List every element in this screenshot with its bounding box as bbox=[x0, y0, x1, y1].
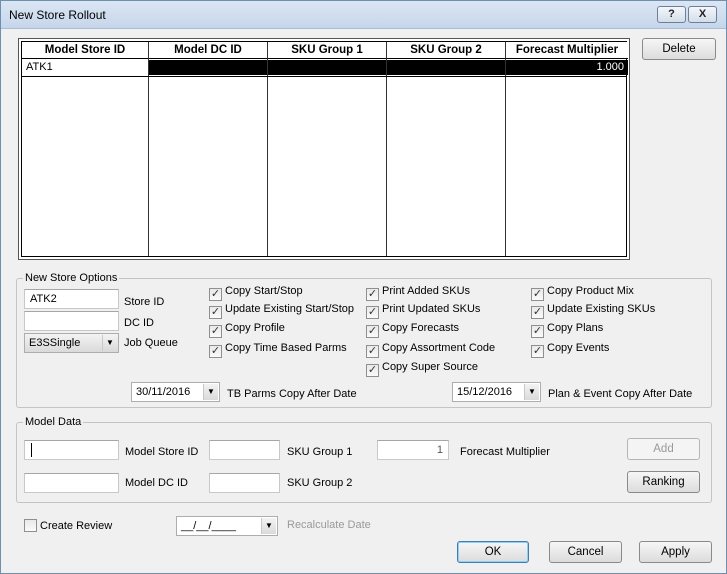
tb-parms-date-label: TB Parms Copy After Date bbox=[227, 388, 357, 400]
grid-header-sku-group-1[interactable]: SKU Group 1 bbox=[268, 42, 386, 59]
cancel-button[interactable]: Cancel bbox=[549, 541, 622, 563]
grid-cell-model-store-id[interactable]: ATK1 bbox=[22, 60, 148, 75]
checkmark-icon: ✓ bbox=[209, 325, 222, 338]
copy-start-stop-checkbox[interactable]: ✓ Copy Start/Stop bbox=[209, 285, 303, 301]
model-store-id-input[interactable] bbox=[24, 440, 119, 460]
model-dc-id-input[interactable] bbox=[24, 473, 119, 493]
new-store-options-label: New Store Options bbox=[23, 272, 120, 284]
model-grid[interactable]: Model Store ID Model DC ID SKU Group 1 S… bbox=[18, 38, 630, 260]
checkmark-icon: ✓ bbox=[209, 288, 222, 301]
plan-event-date-picker[interactable]: 15/12/2016 ▼ bbox=[452, 382, 541, 402]
update-existing-start-stop-checkbox[interactable]: ✓ Update Existing Start/Stop bbox=[209, 303, 354, 319]
chevron-down-icon: ▼ bbox=[203, 384, 218, 400]
recalculate-date-picker[interactable]: __/__/____ ▼ bbox=[176, 516, 278, 536]
job-queue-label: Job Queue bbox=[124, 337, 178, 349]
add-button[interactable]: Add bbox=[627, 438, 700, 460]
print-updated-skus-checkbox[interactable]: ✓ Print Updated SKUs bbox=[366, 303, 480, 319]
copy-assortment-code-checkbox[interactable]: ✓ Copy Assortment Code bbox=[366, 342, 495, 358]
model-store-id-label: Model Store ID bbox=[125, 446, 199, 458]
checkmark-icon: ✓ bbox=[531, 288, 544, 301]
copy-events-checkbox[interactable]: ✓ Copy Events bbox=[531, 342, 609, 358]
help-button[interactable]: ? bbox=[657, 6, 686, 23]
grid-header-sku-group-2[interactable]: SKU Group 2 bbox=[387, 42, 505, 59]
ranking-button[interactable]: Ranking bbox=[627, 471, 700, 493]
checkmark-icon: ✓ bbox=[366, 288, 379, 301]
checkmark-icon: ✓ bbox=[209, 345, 222, 358]
checkmark-icon: ✓ bbox=[531, 306, 544, 319]
copy-time-based-parms-checkbox[interactable]: ✓ Copy Time Based Parms bbox=[209, 342, 347, 358]
print-added-skus-checkbox[interactable]: ✓ Print Added SKUs bbox=[366, 285, 470, 301]
update-existing-skus-checkbox[interactable]: ✓ Update Existing SKUs bbox=[531, 303, 655, 319]
model-data-label: Model Data bbox=[23, 416, 84, 428]
forecast-multiplier-label: Forecast Multiplier bbox=[460, 446, 550, 458]
dc-id-label: DC ID bbox=[124, 317, 154, 329]
grid-cell-model-dc-id[interactable] bbox=[149, 60, 267, 75]
grid-header-model-dc-id[interactable]: Model DC ID bbox=[149, 42, 267, 59]
apply-button[interactable]: Apply bbox=[639, 541, 712, 563]
sku-group-1-input[interactable] bbox=[209, 440, 280, 460]
chevron-down-icon: ▼ bbox=[524, 384, 539, 400]
plan-event-date-label: Plan & Event Copy After Date bbox=[548, 388, 693, 400]
job-queue-select[interactable]: E3SSingle ▼ bbox=[24, 333, 119, 353]
copy-forecasts-checkbox[interactable]: ✓ Copy Forecasts bbox=[366, 322, 459, 338]
dc-id-input[interactable] bbox=[24, 311, 119, 331]
store-id-input[interactable]: ATK2 bbox=[24, 289, 119, 309]
checkmark-icon: ✓ bbox=[531, 345, 544, 358]
close-button[interactable]: X bbox=[688, 6, 717, 23]
grid-cell-sku-group-1[interactable] bbox=[268, 60, 386, 75]
recalculate-date-label: Recalculate Date bbox=[287, 519, 371, 531]
grid-cell-sku-group-2[interactable] bbox=[387, 60, 505, 75]
forecast-multiplier-input[interactable]: 1 bbox=[377, 440, 449, 460]
chevron-down-icon: ▼ bbox=[261, 518, 276, 534]
model-dc-id-label: Model DC ID bbox=[125, 477, 188, 489]
checkmark-icon: ✓ bbox=[366, 306, 379, 319]
copy-product-mix-checkbox[interactable]: ✓ Copy Product Mix bbox=[531, 285, 634, 301]
model-data-group bbox=[16, 422, 712, 503]
create-review-checkbox[interactable]: Create Review bbox=[24, 519, 112, 533]
copy-profile-checkbox[interactable]: ✓ Copy Profile bbox=[209, 322, 285, 338]
checkmark-icon: ✓ bbox=[531, 325, 544, 338]
delete-button[interactable]: Delete bbox=[642, 38, 716, 60]
sku-group-2-label: SKU Group 2 bbox=[287, 477, 353, 489]
checkmark-icon: ✓ bbox=[366, 345, 379, 358]
text-cursor bbox=[31, 443, 32, 457]
chevron-down-icon: ▼ bbox=[102, 335, 117, 351]
grid-header-model-store-id[interactable]: Model Store ID bbox=[22, 42, 148, 59]
sku-group-1-label: SKU Group 1 bbox=[287, 446, 353, 458]
new-store-rollout-dialog: New Store Rollout ? X Model Store ID Mod… bbox=[0, 0, 727, 574]
copy-plans-checkbox[interactable]: ✓ Copy Plans bbox=[531, 322, 603, 338]
grid-cell-forecast-multiplier[interactable]: 1.000 bbox=[506, 60, 628, 75]
copy-super-source-checkbox[interactable]: ✓ Copy Super Source bbox=[366, 361, 478, 377]
checkmark-icon: ✓ bbox=[366, 325, 379, 338]
grid-header-forecast-multiplier[interactable]: Forecast Multiplier bbox=[506, 42, 628, 59]
sku-group-2-input[interactable] bbox=[209, 473, 280, 493]
store-id-label: Store ID bbox=[124, 296, 165, 308]
tb-parms-date-picker[interactable]: 30/11/2016 ▼ bbox=[131, 382, 220, 402]
title-bar: New Store Rollout ? X bbox=[1, 1, 726, 29]
checkmark-icon: ✓ bbox=[366, 364, 379, 377]
checkmark-icon: ✓ bbox=[209, 306, 222, 319]
window-title: New Store Rollout bbox=[9, 8, 106, 22]
ok-button[interactable]: OK bbox=[457, 541, 529, 563]
